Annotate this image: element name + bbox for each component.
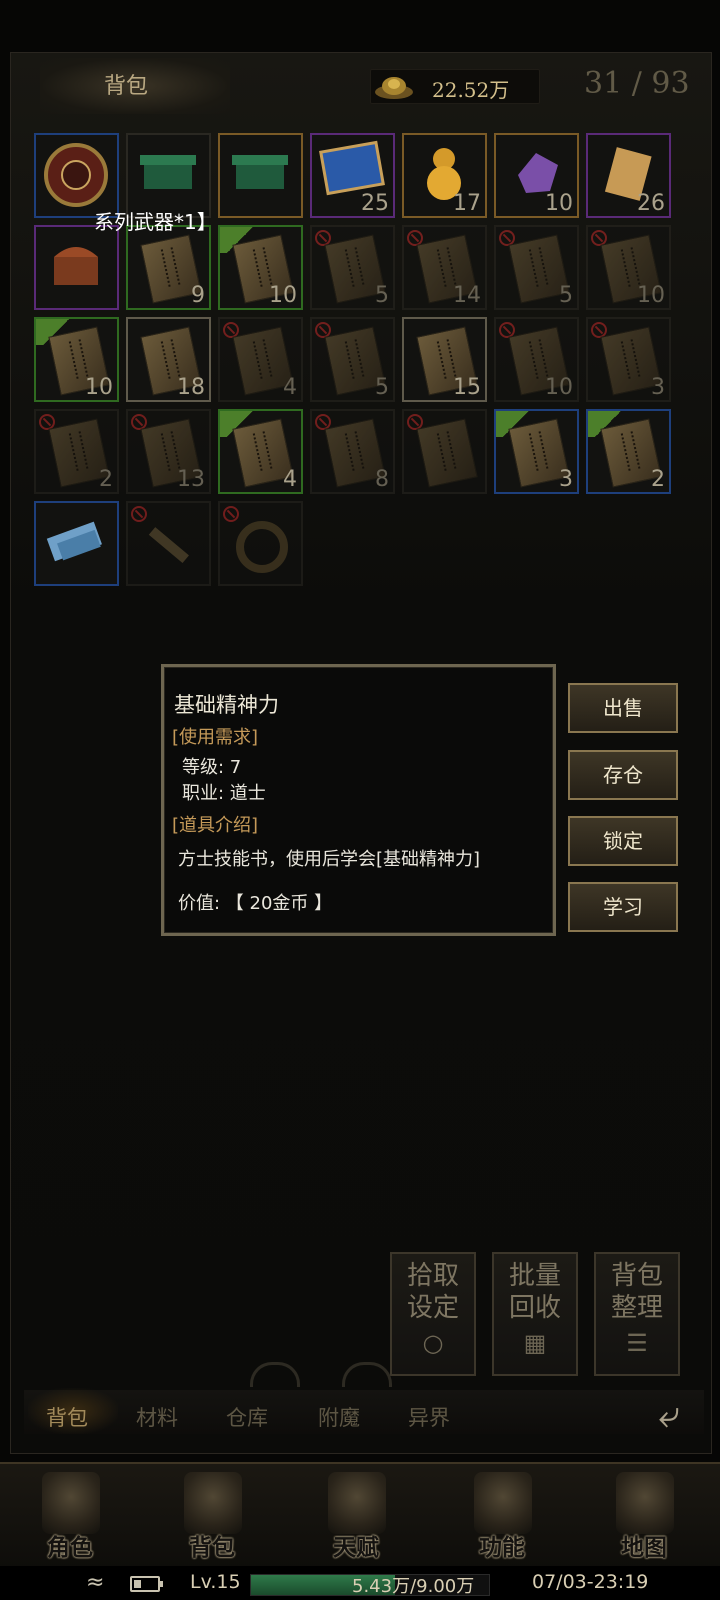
required-class: 职业: 道士 (182, 783, 266, 804)
sell-button[interactable]: 出售 (568, 683, 678, 733)
item-slot[interactable]: 5 (494, 225, 579, 310)
bag-capacity: 31 / 93 (584, 66, 690, 101)
gold-amount: 22.52万 (432, 78, 510, 102)
item-slot[interactable]: 2 (34, 409, 119, 494)
unusable-icon (223, 506, 239, 522)
item-slot[interactable]: 13 (126, 409, 211, 494)
bag-tab-bar (24, 1390, 704, 1434)
potion-bag-icon (184, 1472, 242, 1534)
green-chest-icon (140, 155, 196, 189)
cloth-bundle-icon (46, 521, 102, 562)
item-slot[interactable]: 10 (34, 317, 119, 402)
item-slot[interactable]: 14 (402, 225, 487, 310)
item-slot[interactable] (218, 501, 303, 586)
item-slot[interactable]: 10 (218, 225, 303, 310)
nav-talent[interactable]: 天赋 (306, 1462, 406, 1566)
item-slot[interactable] (218, 133, 303, 218)
green-chest-icon (232, 155, 288, 189)
item-slot[interactable]: 2 (586, 409, 671, 494)
back-arrow-icon[interactable]: ⤶ (648, 1394, 690, 1434)
item-slot[interactable]: 5 (310, 225, 395, 310)
item-slot[interactable]: 10 (494, 317, 579, 402)
batch-recycle-button[interactable]: 批量 回收 ▦ (492, 1252, 578, 1376)
requirements-header: [使用需求] (172, 727, 259, 748)
clock: 07/03-23:19 (532, 1571, 649, 1593)
lock-button[interactable]: 锁定 (568, 816, 678, 866)
item-slot[interactable] (126, 501, 211, 586)
item-slot[interactable]: 5 (310, 317, 395, 402)
medallion-icon (44, 143, 108, 207)
item-slot[interactable]: 15 (402, 317, 487, 402)
store-button[interactable]: 存仓 (568, 750, 678, 800)
nav-character[interactable]: 角色 (20, 1462, 120, 1566)
description-header: [道具介绍] (172, 815, 259, 836)
status-bar: ≈ Lv.15 5.43万/9.00万 07/03-23:19 (0, 1566, 720, 1600)
item-slot[interactable]: 26 (586, 133, 671, 218)
item-value: 价值: 【 20金币 】 (178, 893, 333, 914)
anvil-icon (474, 1472, 532, 1534)
trash-icon: ▦ (523, 1329, 547, 1357)
item-slot[interactable]: 3 (586, 317, 671, 402)
tab-otherworld[interactable]: 异界 (408, 1402, 450, 1432)
item-slot[interactable]: 9 (126, 225, 211, 310)
pickup-settings-button[interactable]: 拾取 设定 ○ (390, 1252, 476, 1376)
item-slot[interactable]: 25 (310, 133, 395, 218)
item-name: 基础精神力 (174, 693, 279, 717)
tab-materials[interactable]: 材料 (136, 1402, 178, 1432)
item-slot[interactable] (34, 501, 119, 586)
demon-crest-icon (328, 1472, 386, 1534)
money-bag-icon: ○ (422, 1329, 444, 1357)
required-level: 等级: 7 (182, 757, 242, 778)
unusable-icon (131, 506, 147, 522)
tab-warehouse[interactable]: 仓库 (226, 1402, 268, 1432)
tab-bag[interactable]: 背包 (46, 1402, 88, 1432)
learn-button[interactable]: 学习 (568, 882, 678, 932)
skill-book-icon (416, 418, 478, 488)
item-slot[interactable]: 10 (586, 225, 671, 310)
hooded-figure-icon (42, 1472, 100, 1534)
compass-map-icon (616, 1472, 674, 1534)
layers-icon: ☰ (626, 1329, 648, 1357)
exp-value: 5.43万/9.00万 (352, 1576, 475, 1597)
tab-enchant[interactable]: 附魔 (318, 1402, 360, 1432)
battery-icon (130, 1576, 163, 1592)
item-slot[interactable]: 10 (494, 133, 579, 218)
item-description: 方士技能书，使用后学会[基础精神力] (178, 849, 481, 870)
player-level: Lv.15 (190, 1571, 241, 1593)
item-slot[interactable] (402, 409, 487, 494)
sort-bag-button[interactable]: 背包 整理 ☰ (594, 1252, 680, 1376)
item-slot[interactable] (34, 225, 119, 310)
nav-bag[interactable]: 背包 (162, 1462, 262, 1566)
nav-functions[interactable]: 功能 (452, 1462, 552, 1566)
item-tooltip: 基础精神力 [使用需求] 等级: 7 职业: 道士 [道具介绍] 方士技能书，使… (161, 664, 556, 936)
item-slot[interactable]: 8 (310, 409, 395, 494)
item-slot[interactable]: 17 (402, 133, 487, 218)
item-slot[interactable]: 4 (218, 409, 303, 494)
gold-ingot-icon (375, 77, 413, 99)
wifi-icon: ≈ (86, 1570, 105, 1595)
nav-map[interactable]: 地图 (594, 1462, 694, 1566)
item-slot[interactable]: 18 (126, 317, 211, 402)
treasure-chest-icon (54, 247, 98, 285)
item-slot[interactable]: 4 (218, 317, 303, 402)
obtained-item-label: 系列武器*1】 (94, 210, 217, 234)
item-slot[interactable]: 3 (494, 409, 579, 494)
page-title: 背包 (104, 74, 149, 99)
